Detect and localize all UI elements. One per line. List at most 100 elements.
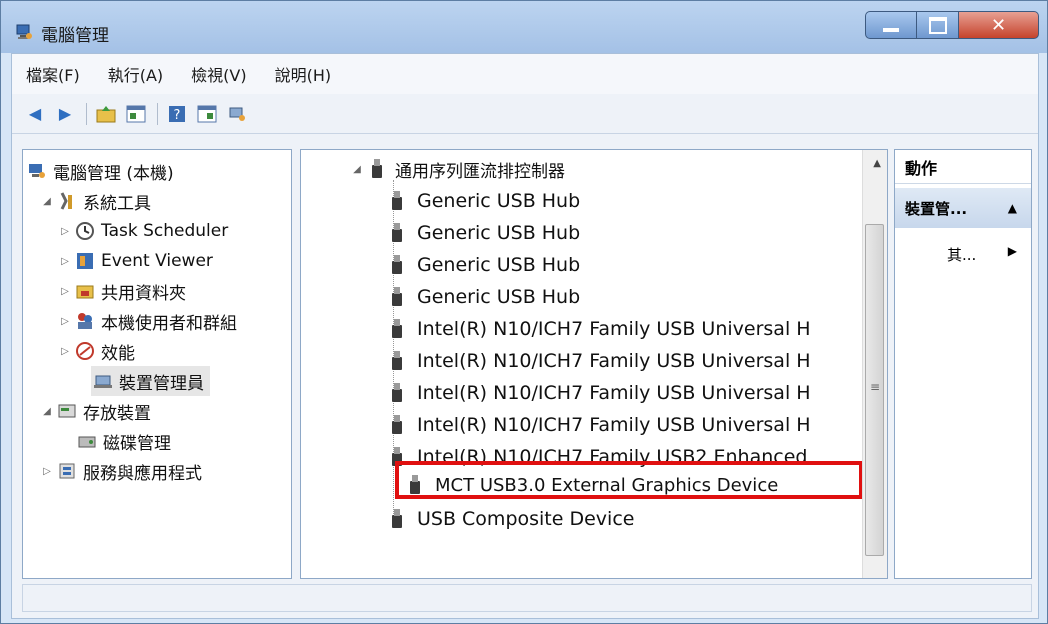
disk-icon xyxy=(78,436,96,448)
device-item[interactable]: Intel(R) N10/ICH7 Family USB Universal H xyxy=(391,378,811,408)
tree-item-label: Event Viewer xyxy=(101,251,213,271)
tree-item-system-tools[interactable]: ◢ 系統工具 xyxy=(39,186,151,216)
toolbar-separator xyxy=(86,102,87,125)
client-area: 檔案(F) 執行(A) 檢視(V) 說明(H) ◀ ▶ ? 電腦管理 (本機) … xyxy=(11,53,1039,619)
collapse-up-icon[interactable]: ▲ xyxy=(1008,201,1017,215)
device-category-usb[interactable]: ◢ 通用序列匯流排控制器 xyxy=(349,154,565,184)
svg-text:?: ? xyxy=(174,108,181,123)
scan-hardware-icon[interactable] xyxy=(226,103,248,125)
device-label: Generic USB Hub xyxy=(417,190,581,212)
expand-arrow-icon[interactable]: ▷ xyxy=(57,226,73,237)
minimize-button[interactable] xyxy=(865,11,917,39)
actions-pane: 動作 裝置管... ▲ 其... ▶ xyxy=(894,149,1032,579)
actions-header: 動作 xyxy=(895,150,1031,184)
help-icon[interactable]: ? xyxy=(166,103,188,125)
usb-device-icon xyxy=(391,509,403,529)
highlight-box xyxy=(395,461,863,499)
device-label: Generic USB Hub xyxy=(417,222,581,244)
device-label: Generic USB Hub xyxy=(417,286,581,308)
scroll-grip-icon: ≡ xyxy=(869,380,880,394)
menu-view[interactable]: 檢視(V) xyxy=(177,62,260,86)
device-category-label: 通用序列匯流排控制器 xyxy=(395,161,565,182)
tree-item-storage[interactable]: ◢ 存放裝置 xyxy=(39,396,151,426)
computer-management-icon xyxy=(29,164,45,178)
console-tree: 電腦管理 (本機) ◢ 系統工具 ▷ Task Scheduler ▷ Even… xyxy=(22,149,292,579)
toolbar-separator xyxy=(157,102,158,125)
usb-device-icon xyxy=(391,383,403,403)
expand-arrow-icon[interactable]: ▷ xyxy=(39,466,55,477)
usb-device-icon xyxy=(391,191,403,211)
expand-arrow-icon[interactable]: ▷ xyxy=(57,286,73,297)
forward-icon[interactable]: ▶ xyxy=(54,103,76,125)
window-title: 電腦管理 xyxy=(41,26,109,46)
device-label: Intel(R) N10/ICH7 Family USB Universal H xyxy=(417,382,811,404)
device-label: Intel(R) N10/ICH7 Family USB Universal H xyxy=(417,318,811,340)
tree-item-root[interactable]: 電腦管理 (本機) xyxy=(25,156,174,186)
performance-icon xyxy=(76,342,94,360)
menu-help[interactable]: 說明(H) xyxy=(261,62,346,86)
users-icon xyxy=(78,313,92,329)
device-item[interactable]: Generic USB Hub xyxy=(391,218,580,248)
tree-item-task-scheduler[interactable]: ▷ Task Scheduler xyxy=(57,216,228,246)
usb-device-icon xyxy=(391,223,403,243)
event-viewer-icon xyxy=(77,253,93,269)
title-bar[interactable]: 電腦管理 ✕ xyxy=(1,1,1047,53)
device-item[interactable]: Generic USB Hub xyxy=(391,250,580,280)
maximize-icon xyxy=(928,16,947,34)
device-item[interactable]: Intel(R) N10/ICH7 Family USB Universal H xyxy=(391,346,811,376)
clock-icon xyxy=(76,222,94,240)
maximize-button[interactable] xyxy=(917,11,959,39)
properties-icon[interactable] xyxy=(196,103,218,125)
usb-controller-icon xyxy=(371,159,383,179)
tree-item-local-users[interactable]: ▷ 本機使用者和群組 xyxy=(57,306,237,336)
computer-management-icon xyxy=(16,24,32,39)
back-icon[interactable]: ◀ xyxy=(24,103,46,125)
actions-section-device-manager[interactable]: 裝置管... ▲ xyxy=(895,188,1031,228)
vertical-scrollbar[interactable]: ▲ ≡ xyxy=(862,150,887,578)
status-bar xyxy=(22,584,1032,612)
tree-item-services[interactable]: ▷ 服務與應用程式 xyxy=(39,456,202,486)
close-icon: ✕ xyxy=(990,14,1007,36)
actions-section-label: 裝置管... xyxy=(905,199,968,218)
expand-arrow-icon[interactable]: ▷ xyxy=(57,346,73,357)
up-folder-icon[interactable] xyxy=(95,103,117,125)
device-item[interactable]: Generic USB Hub xyxy=(391,282,580,312)
tree-item-label: 效能 xyxy=(101,343,135,364)
scroll-up-icon[interactable]: ▲ xyxy=(873,158,881,169)
menu-bar: 檔案(F) 執行(A) 檢視(V) 說明(H) xyxy=(12,54,1038,94)
window-controls: ✕ xyxy=(865,11,1039,39)
close-button[interactable]: ✕ xyxy=(959,11,1039,39)
device-item[interactable]: Generic USB Hub xyxy=(391,186,580,216)
device-label: USB Composite Device xyxy=(417,508,635,530)
tree-item-label: 服務與應用程式 xyxy=(83,463,202,484)
tree-item-label: 系統工具 xyxy=(83,193,151,214)
services-icon xyxy=(59,463,75,479)
minimize-icon xyxy=(883,28,899,32)
tree-item-shared-folders[interactable]: ▷ 共用資料夾 xyxy=(57,276,186,306)
menu-file[interactable]: 檔案(F) xyxy=(12,62,94,86)
tree-item-label: 存放裝置 xyxy=(83,403,151,424)
menu-action[interactable]: 執行(A) xyxy=(94,62,177,86)
actions-more[interactable]: 其... xyxy=(947,244,976,265)
tree-item-performance[interactable]: ▷ 效能 xyxy=(57,336,135,366)
submenu-arrow-icon[interactable]: ▶ xyxy=(1008,244,1017,258)
device-label: Intel(R) N10/ICH7 Family USB Universal H xyxy=(417,414,811,436)
tree-item-disk-management[interactable]: 磁碟管理 xyxy=(75,426,171,456)
tree-item-label: 電腦管理 (本機) xyxy=(53,163,174,184)
collapse-arrow-icon[interactable]: ◢ xyxy=(39,406,55,417)
expand-arrow-icon[interactable]: ▷ xyxy=(57,256,73,267)
device-item[interactable]: Intel(R) N10/ICH7 Family USB Universal H xyxy=(391,410,811,440)
shared-folder-icon xyxy=(76,285,94,299)
tree-item-event-viewer[interactable]: ▷ Event Viewer xyxy=(57,246,213,276)
usb-device-icon xyxy=(391,351,403,371)
system-tools-icon xyxy=(60,192,72,210)
collapse-arrow-icon[interactable]: ◢ xyxy=(349,164,365,175)
device-item[interactable]: Intel(R) N10/ICH7 Family USB Universal H xyxy=(391,314,811,344)
usb-device-icon xyxy=(391,319,403,339)
collapse-arrow-icon[interactable]: ◢ xyxy=(39,196,55,207)
expand-arrow-icon[interactable]: ▷ xyxy=(57,316,73,327)
show-hide-tree-icon[interactable] xyxy=(125,103,147,125)
device-item[interactable]: USB Composite Device xyxy=(391,504,634,534)
device-label: Generic USB Hub xyxy=(417,254,581,276)
tree-item-device-manager[interactable]: 裝置管理員 xyxy=(91,366,210,396)
